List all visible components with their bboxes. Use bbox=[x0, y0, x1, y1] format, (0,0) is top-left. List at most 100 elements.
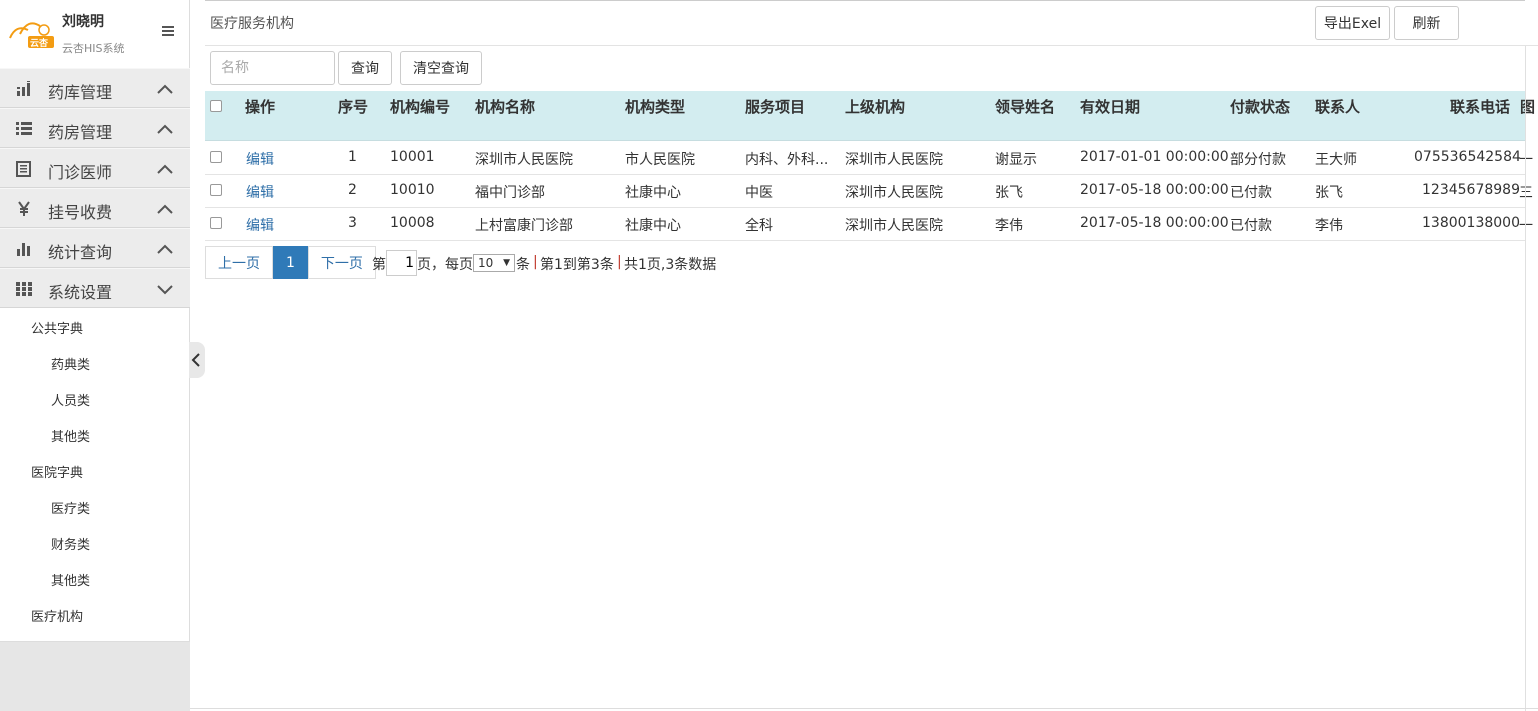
cell-contact: 王大师 bbox=[1315, 152, 1357, 168]
select-all-checkbox[interactable] bbox=[210, 100, 222, 112]
goto-page-input[interactable] bbox=[386, 250, 417, 276]
menu-item-statistics[interactable]: 统计查询 bbox=[0, 228, 190, 268]
page-size-select[interactable]: 10 ▼ bbox=[473, 254, 515, 272]
cell-phone: 075536542584 bbox=[1414, 149, 1521, 165]
menu-item-pharmacy[interactable]: 药房管理 bbox=[0, 108, 190, 148]
document-icon bbox=[16, 161, 31, 177]
bar-chart-icon bbox=[17, 81, 30, 96]
bottom-divider bbox=[190, 708, 1538, 709]
grid-icon bbox=[16, 282, 32, 296]
cell-leader: 张飞 bbox=[995, 185, 1023, 201]
menu-item-outpatient-doctor[interactable]: 门诊医师 bbox=[0, 148, 190, 188]
submenu-item-medical[interactable]: 医疗类 bbox=[51, 498, 90, 517]
dropdown-arrow-icon: ▼ bbox=[503, 258, 510, 268]
column-header[interactable]: 图 bbox=[1520, 96, 1535, 117]
menu-item-registration-billing[interactable]: 挂号收费 bbox=[0, 188, 190, 228]
institution-table: 操作 序号 机构编号 机构名称 机构类型 服务项目 上级机构 领导姓名 有效日期… bbox=[205, 91, 1535, 241]
cell-type: 社康中心 bbox=[625, 185, 681, 201]
logo: 云杏 bbox=[9, 22, 54, 49]
menu-item-pharmacy-warehouse[interactable]: 药库管理 bbox=[0, 68, 190, 108]
cell-leader: 谢显示 bbox=[995, 152, 1037, 168]
sidebar-collapse-button[interactable] bbox=[189, 342, 205, 378]
column-header[interactable]: 机构类型 bbox=[625, 96, 685, 117]
cell-index: 2 bbox=[348, 182, 357, 198]
cell-index: 3 bbox=[348, 215, 357, 231]
column-header: 操作 bbox=[245, 98, 276, 116]
system-name: 云杏HIS系统 bbox=[62, 42, 125, 55]
row-checkbox[interactable] bbox=[210, 217, 222, 229]
submenu-item-pharmacopeia[interactable]: 药典类 bbox=[51, 354, 90, 373]
cell-code: 10010 bbox=[390, 182, 435, 198]
menu-toggle-icon[interactable] bbox=[160, 24, 176, 40]
cell-extra: 一 bbox=[1519, 218, 1533, 234]
edit-link[interactable]: 编辑 bbox=[246, 182, 274, 202]
menu-item-system-settings[interactable]: 系统设置 bbox=[0, 268, 190, 308]
column-header[interactable]: 联系电话 bbox=[1450, 96, 1510, 117]
column-header[interactable]: 领导姓名 bbox=[995, 96, 1055, 117]
submenu-item-other-2[interactable]: 其他类 bbox=[51, 570, 90, 589]
prev-page-button[interactable]: 上一页 bbox=[205, 246, 273, 279]
menu-label: 门诊医师 bbox=[48, 163, 113, 182]
column-header[interactable]: 付款状态 bbox=[1230, 96, 1290, 117]
column-header[interactable]: 机构编号 bbox=[390, 96, 450, 117]
cell-type: 市人民医院 bbox=[625, 152, 695, 168]
row-checkbox[interactable] bbox=[210, 151, 222, 163]
cell-service: 内科、外科... bbox=[745, 152, 829, 168]
clear-query-button[interactable]: 清空查询 bbox=[400, 51, 482, 85]
chevron-up-icon bbox=[157, 244, 173, 254]
column-header[interactable]: 服务项目 bbox=[745, 96, 805, 117]
goto-suffix: 页，每页 bbox=[417, 257, 473, 273]
page-button-current[interactable]: 1 bbox=[273, 246, 308, 279]
next-page-button[interactable]: 下一页 bbox=[307, 246, 376, 279]
submenu-item-medical-institution[interactable]: 医疗机构 bbox=[31, 606, 83, 625]
header-divider bbox=[205, 45, 1538, 46]
chevron-up-icon bbox=[157, 204, 173, 214]
logo-text: 云杏 bbox=[30, 37, 49, 49]
column-header[interactable]: 有效日期 bbox=[1080, 96, 1140, 117]
table-header: 操作 序号 机构编号 机构名称 机构类型 服务项目 上级机构 领导姓名 有效日期… bbox=[205, 91, 1535, 141]
cell-pay-status: 部分付款 bbox=[1230, 152, 1286, 168]
cell-type: 社康中心 bbox=[625, 218, 681, 234]
submenu-system-settings: 公共字典 药典类 人员类 其他类 医院字典 医疗类 财务类 其他类 医疗机构 bbox=[0, 308, 190, 642]
cell-extra: 三 bbox=[1519, 185, 1533, 201]
name-search-input[interactable] bbox=[210, 51, 335, 85]
submenu-item-public-dict[interactable]: 公共字典 bbox=[31, 318, 83, 337]
submenu-item-other[interactable]: 其他类 bbox=[51, 426, 90, 445]
cell-service: 全科 bbox=[745, 218, 773, 234]
cell-phone: 12345678989 bbox=[1422, 182, 1520, 198]
content-right-border bbox=[1525, 46, 1526, 711]
separator: | bbox=[617, 254, 622, 270]
cell-name: 深圳市人民医院 bbox=[475, 152, 573, 168]
column-header[interactable]: 联系人 bbox=[1315, 96, 1360, 117]
chevron-down-icon bbox=[157, 285, 173, 295]
column-header[interactable]: 机构名称 bbox=[475, 96, 535, 117]
cell-date: 2017-05-18 00:00:00 bbox=[1080, 215, 1229, 231]
menu-label: 药房管理 bbox=[48, 123, 113, 142]
pagination: 上一页 1 下一页 bbox=[205, 246, 376, 279]
cell-name: 上村富康门诊部 bbox=[475, 218, 573, 234]
edit-link[interactable]: 编辑 bbox=[246, 149, 274, 169]
menu-label: 挂号收费 bbox=[48, 203, 113, 222]
column-header[interactable]: 序号 bbox=[338, 96, 368, 117]
export-excel-button[interactable]: 导出Exel bbox=[1315, 6, 1390, 40]
cell-service: 中医 bbox=[745, 185, 773, 201]
edit-link[interactable]: 编辑 bbox=[246, 215, 274, 235]
row-checkbox[interactable] bbox=[210, 184, 222, 196]
chevron-up-icon bbox=[157, 84, 173, 94]
refresh-button[interactable]: 刷新 bbox=[1394, 6, 1459, 40]
submenu-item-hospital-dict[interactable]: 医院字典 bbox=[31, 462, 83, 481]
cell-parent: 深圳市人民医院 bbox=[845, 152, 943, 168]
query-button[interactable]: 查询 bbox=[338, 51, 392, 85]
menu-label: 药库管理 bbox=[48, 83, 113, 102]
submenu-item-personnel[interactable]: 人员类 bbox=[51, 390, 90, 409]
cell-date: 2017-05-18 00:00:00 bbox=[1080, 182, 1229, 198]
menu-label: 统计查询 bbox=[48, 243, 113, 262]
sidebar: 云杏 刘晓明 云杏HIS系统 药库管理 药房管理 门诊医师 挂号收费 统计查询 … bbox=[0, 0, 190, 711]
submenu-item-finance[interactable]: 财务类 bbox=[51, 534, 90, 553]
cell-index: 1 bbox=[348, 149, 357, 165]
total-text: 共1页,3条数据 bbox=[624, 257, 717, 273]
column-chart-icon bbox=[17, 243, 30, 256]
column-header[interactable]: 上级机构 bbox=[845, 96, 905, 117]
page-size-suffix: 条 bbox=[516, 257, 530, 273]
cell-parent: 深圳市人民医院 bbox=[845, 218, 943, 234]
